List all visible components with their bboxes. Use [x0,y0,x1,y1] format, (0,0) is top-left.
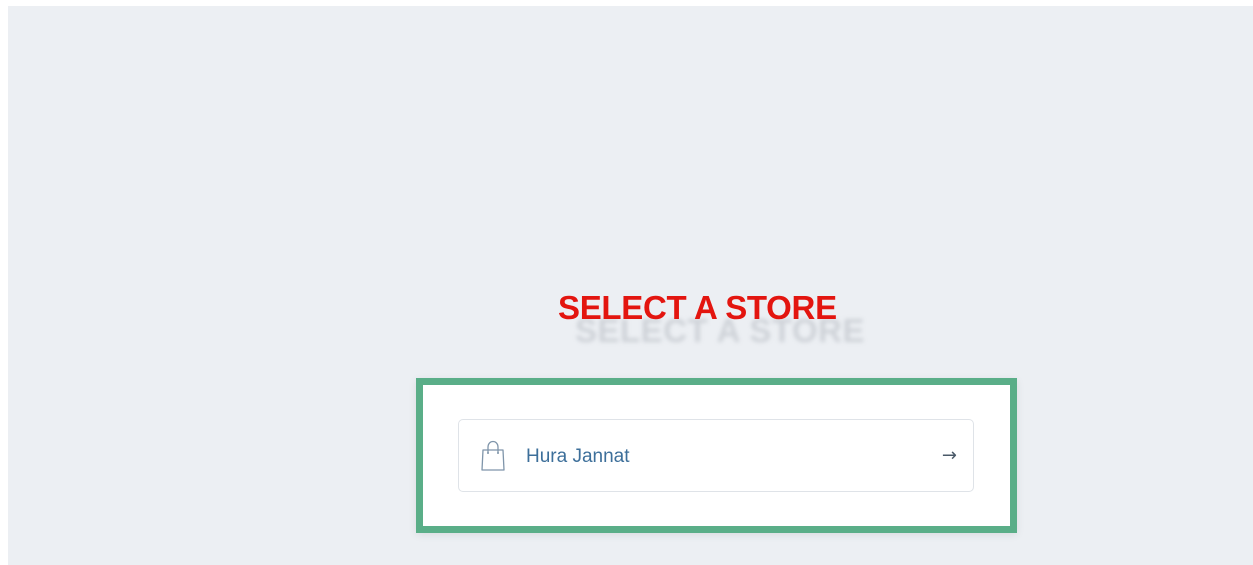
store-selection-card: Hura Jannat → [416,378,1017,533]
shopping-bag-icon [481,440,505,471]
page-title: SELECT A STORE [558,289,837,326]
arrow-right-icon[interactable]: → [942,445,957,466]
store-name: Hura Jannat [526,446,630,467]
heading-container: SELECT A STORE SELECT A STORE [0,287,1253,349]
store-item-hura-jannat[interactable]: Hura Jannat → [458,419,974,492]
